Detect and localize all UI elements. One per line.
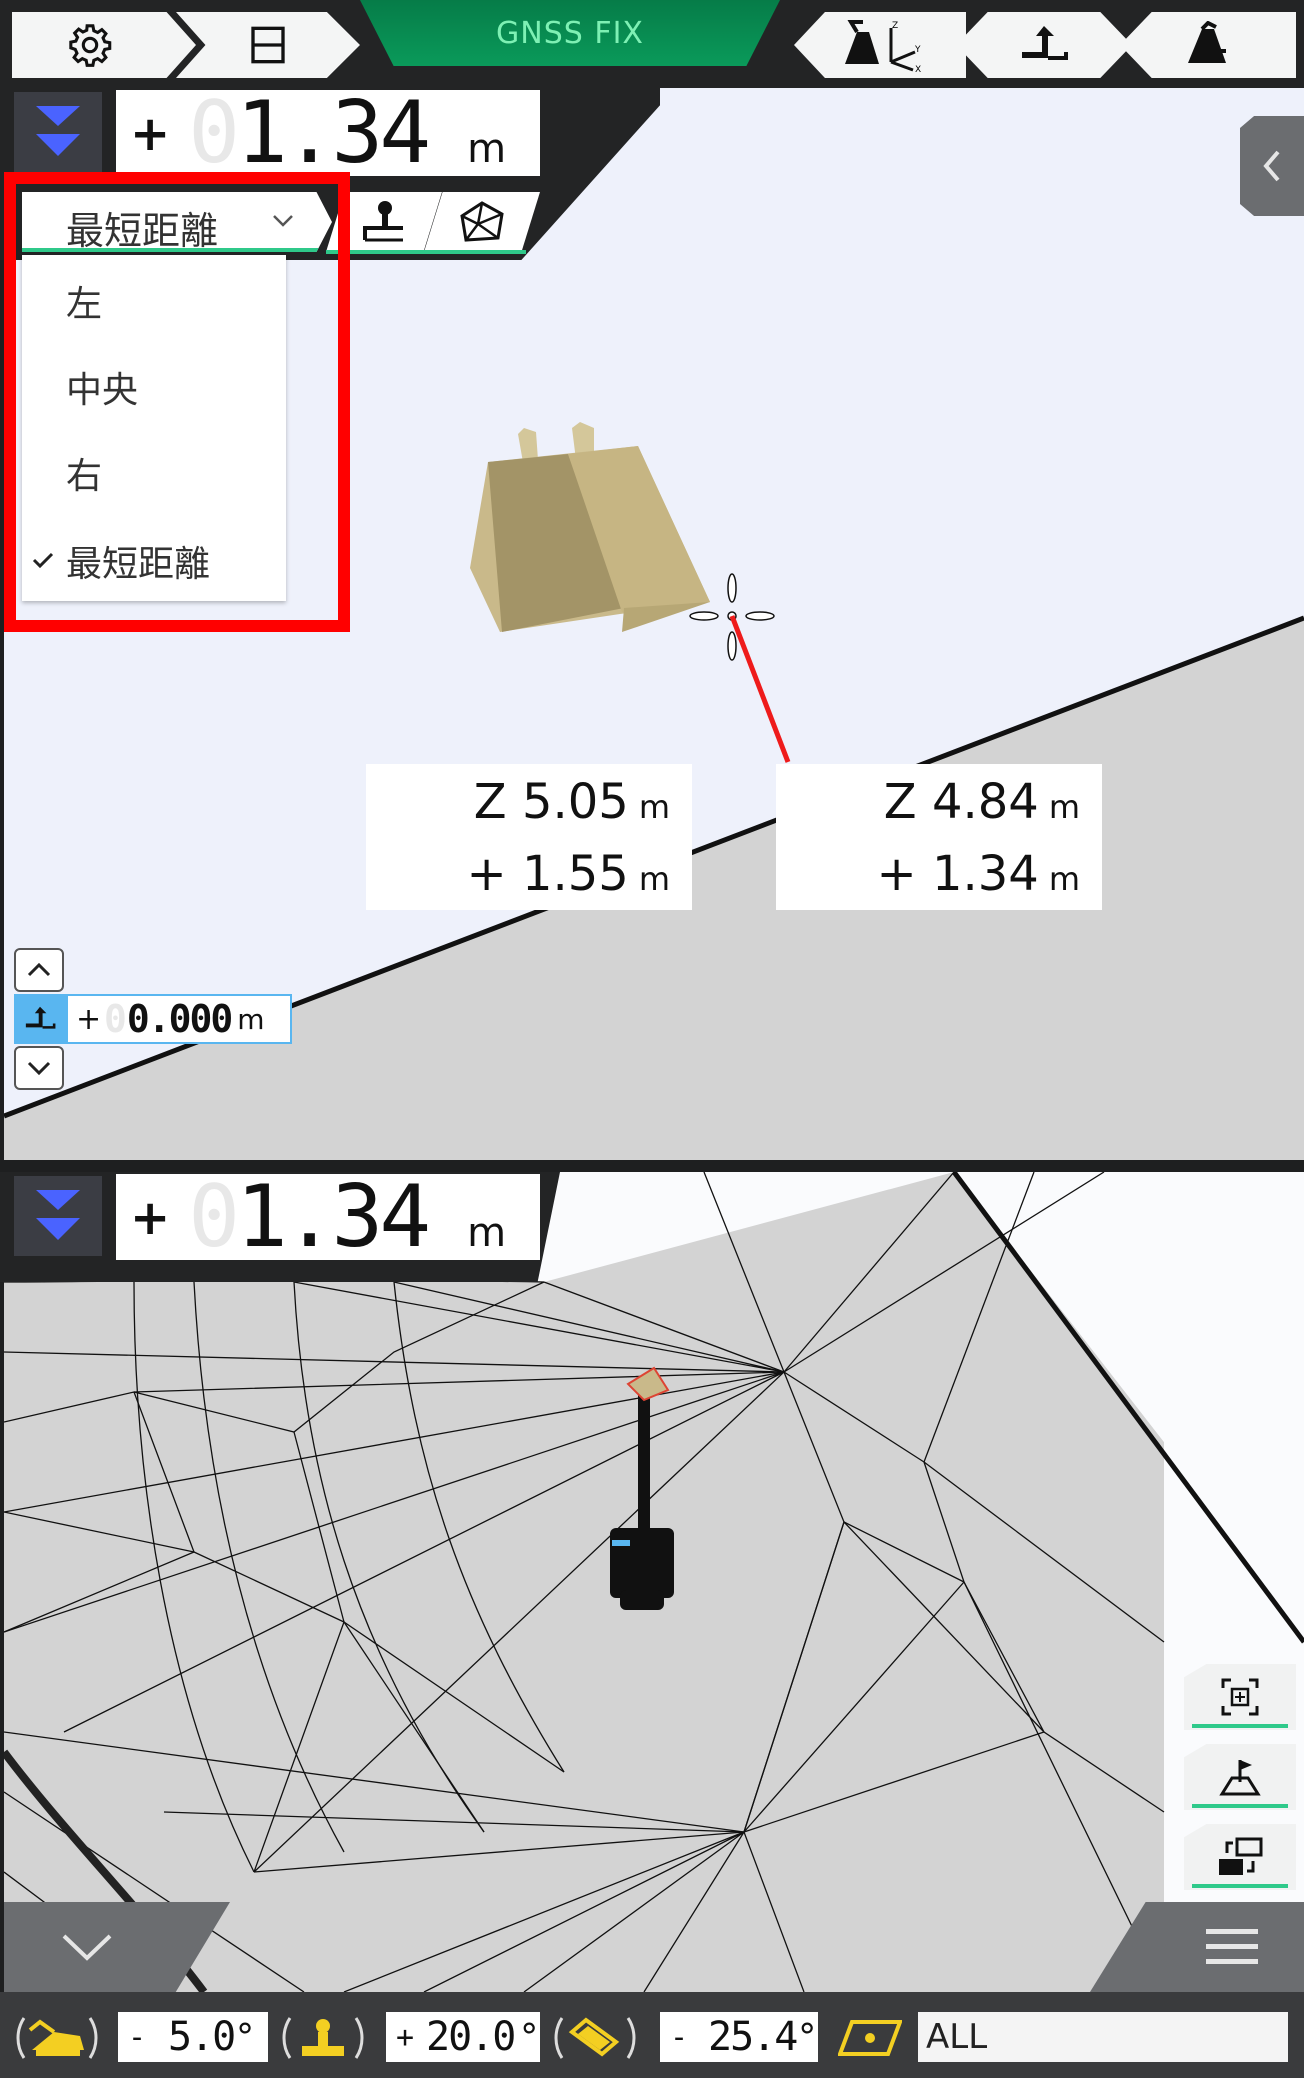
offset-down-button[interactable] — [14, 1046, 64, 1090]
upper-readout-sign: + — [130, 106, 171, 162]
offset-ghost-digit: 0 — [104, 997, 127, 1041]
pitch-unit: ° — [234, 2016, 256, 2058]
settings-button[interactable] — [12, 12, 196, 78]
highlight-box — [4, 172, 350, 632]
svg-text:Y: Y — [914, 45, 921, 55]
split-view-icon — [251, 26, 285, 64]
lower-expand-button[interactable] — [14, 1176, 102, 1256]
switch-view-button[interactable] — [1184, 1824, 1296, 1890]
bucket-value: - 25.4 ° — [660, 2012, 818, 2062]
machine-pitch-icon — [16, 2017, 98, 2059]
offset-up-button[interactable] — [14, 948, 64, 992]
tip-label-left: Z 5.05 m + 1.55 m — [366, 764, 692, 910]
bucket-number: 25.4 — [707, 2014, 798, 2060]
svg-text:X: X — [915, 65, 921, 72]
plan-view[interactable] — [4, 1172, 1304, 1992]
upper-readout-ghost: 0 — [188, 83, 240, 183]
surface-layer-icon — [838, 2020, 902, 2056]
bucket-sign: - — [670, 2019, 689, 2055]
surface-filter-field[interactable]: ALL — [918, 2012, 1288, 2062]
target-point-icon — [363, 201, 403, 242]
double-chevron-down-icon — [36, 1190, 80, 1240]
top-toolbar: GNSS FIX Z Y X — [0, 0, 1304, 88]
tip-right-distance: + 1.34 m — [876, 846, 1080, 902]
upper-readout-value: 1.34 — [236, 83, 431, 183]
bucket-angle-icon — [554, 2017, 636, 2059]
roll-value: + 20.0 ° — [386, 2012, 540, 2062]
lower-readout-ghost: 0 — [188, 1167, 240, 1267]
tip-right-elevation: Z 4.84 m — [883, 774, 1080, 830]
svg-text:Z: Z — [892, 21, 898, 31]
roll-unit: ° — [518, 2016, 540, 2058]
polyhedron-icon — [460, 201, 504, 242]
offset-value-field[interactable]: + 0 0.000 m — [66, 994, 292, 1044]
tip-label-right: Z 4.84 m + 1.34 m — [776, 764, 1102, 910]
chevron-up-icon — [27, 962, 51, 977]
flag-pin-icon — [1219, 1760, 1261, 1796]
reference-line-icon — [1022, 26, 1068, 60]
bucket-unit: ° — [796, 2016, 818, 2058]
pitch-number: 5.0 — [168, 2014, 236, 2060]
offset-reference-icon-box — [14, 994, 66, 1044]
zoom-fit-icon — [1221, 1678, 1259, 1716]
offset-value: 0.000 — [126, 997, 233, 1041]
bucket-icon — [1188, 21, 1226, 63]
machine-roll-icon — [282, 2017, 364, 2059]
panel-collapse-button[interactable] — [1240, 116, 1304, 216]
offset-unit: m — [237, 1002, 265, 1036]
surface-filter-value: ALL — [926, 2017, 988, 2057]
zoom-fit-button[interactable] — [1184, 1664, 1296, 1730]
upper-expand-button[interactable] — [14, 92, 102, 172]
bucket-model — [470, 422, 710, 632]
3d-surface-button[interactable] — [424, 192, 540, 252]
pitch-value: - 5.0 ° — [118, 2012, 268, 2062]
tin-mesh — [4, 1172, 1304, 1992]
dropdown-accent-line — [326, 250, 526, 254]
gear-icon — [69, 24, 112, 67]
roll-sign: + — [396, 2019, 415, 2055]
gnss-status: GNSS FIX — [360, 0, 780, 66]
pitch-sign: - — [128, 2019, 147, 2055]
tip-left-distance: + 1.55 m — [466, 846, 670, 902]
lower-readout-value: 1.34 — [236, 1167, 431, 1267]
tip-left-elevation: Z 5.05 m — [473, 774, 670, 830]
roll-number: 20.0 — [425, 2014, 516, 2060]
distance-line — [729, 615, 791, 763]
upper-distance-readout: + 0 1.34 m — [116, 90, 540, 176]
hamburger-icon — [1206, 1929, 1258, 1964]
chevron-down-icon — [62, 1934, 112, 1961]
chevron-down-icon — [27, 1061, 51, 1076]
center-machine-button[interactable] — [1184, 1744, 1296, 1810]
lower-readout-unit: m — [467, 1210, 507, 1256]
reference-button[interactable] — [956, 12, 1132, 78]
lower-readout-sign: + — [130, 1190, 171, 1246]
swap-view-icon — [1219, 1837, 1263, 1875]
reference-line-icon — [25, 1006, 56, 1029]
bucket-view-button[interactable] — [1120, 12, 1296, 78]
layout-button[interactable] — [176, 12, 360, 78]
chevron-left-icon — [1263, 150, 1280, 182]
double-chevron-down-icon — [36, 106, 80, 156]
excavator-axes-icon: Z Y X — [845, 20, 921, 72]
coordinate-button[interactable]: Z Y X — [794, 12, 966, 78]
offset-sign: + — [76, 1001, 102, 1037]
lower-distance-readout: + 0 1.34 m — [116, 1174, 540, 1260]
upper-readout-unit: m — [467, 126, 507, 172]
